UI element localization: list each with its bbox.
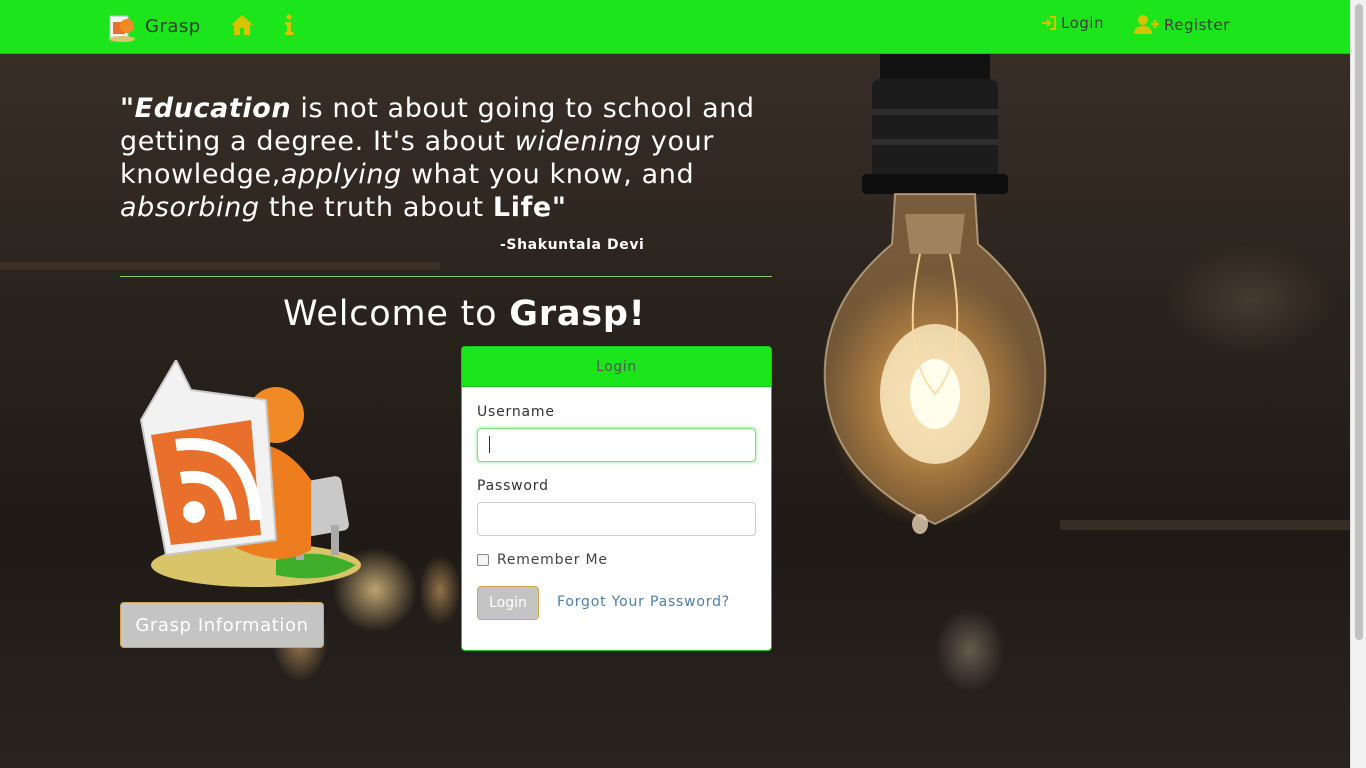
- brand-link[interactable]: Grasp: [107, 10, 201, 42]
- forgot-password-link[interactable]: Forgot Your Password?: [557, 594, 730, 610]
- divider: [120, 276, 772, 277]
- reading-mascot-image: [139, 360, 361, 587]
- quote-author: -Shakuntala Devi: [500, 237, 645, 253]
- login-submit-button[interactable]: Login: [477, 586, 539, 620]
- remember-me-label: Remember Me: [497, 552, 608, 568]
- grasp-logo-icon: [109, 15, 135, 42]
- brand-name: Grasp: [145, 15, 201, 37]
- password-input[interactable]: [477, 502, 756, 536]
- nav-login-link[interactable]: Login: [1041, 14, 1104, 32]
- page-scrollbar[interactable]: [1350, 0, 1366, 768]
- lightbulb-image: [823, 54, 1047, 534]
- grasp-information-button[interactable]: Grasp Information: [120, 602, 324, 648]
- remember-me-row[interactable]: Remember Me: [477, 552, 608, 568]
- user-plus-icon: [1134, 15, 1159, 34]
- nav-register-link[interactable]: Register: [1134, 14, 1230, 36]
- remember-me-checkbox[interactable]: [477, 554, 489, 566]
- nav-register-label: Register: [1164, 16, 1230, 34]
- top-navbar: Grasp Login Register: [0, 0, 1350, 54]
- login-panel-title: Login: [462, 347, 771, 387]
- username-label: Username: [477, 404, 555, 420]
- education-quote: "Education is not about going to school …: [120, 93, 755, 223]
- info-icon[interactable]: [283, 14, 295, 36]
- scrollbar-thumb[interactable]: [1355, 4, 1363, 640]
- login-panel: Login Username Password Remember Me Logi…: [461, 346, 772, 651]
- sign-in-icon: [1042, 16, 1056, 30]
- password-label: Password: [477, 478, 549, 494]
- username-input[interactable]: [477, 428, 756, 462]
- home-icon[interactable]: [230, 14, 254, 36]
- nav-login-label: Login: [1061, 14, 1104, 32]
- welcome-heading: Welcome to Grasp!: [283, 294, 646, 334]
